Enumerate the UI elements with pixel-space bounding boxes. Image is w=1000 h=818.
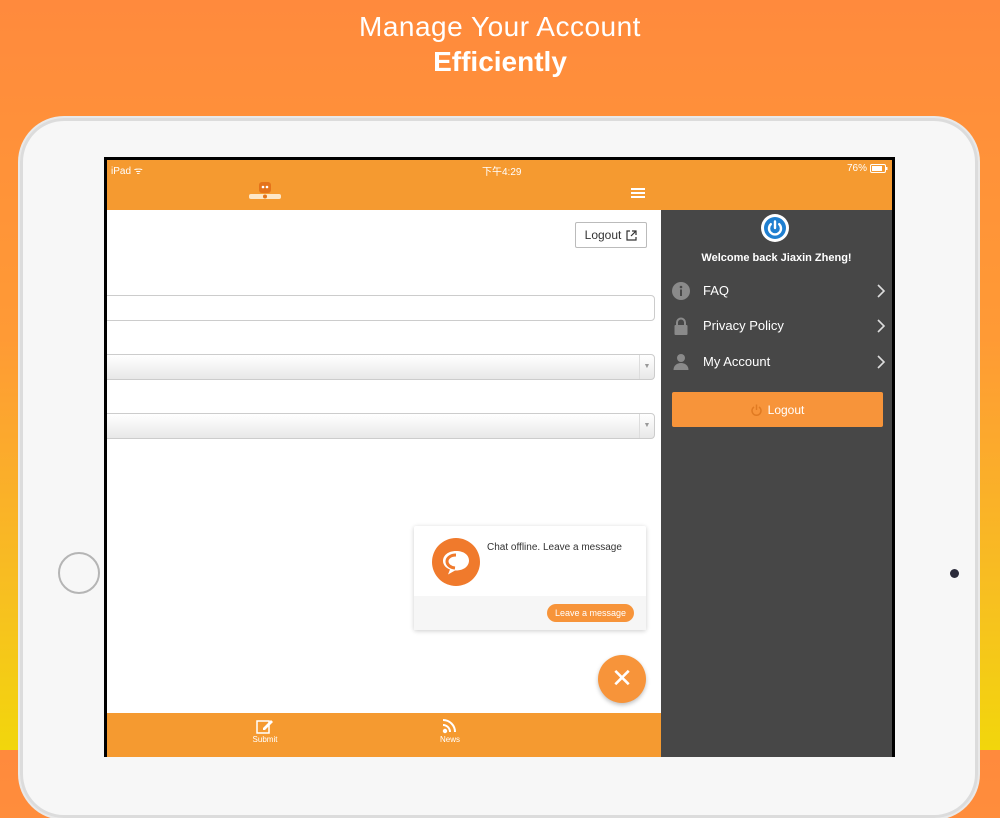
main-app: iPad ᯤ 下午4:29 Logout ▼ ▼ Chat offline. L… [107, 160, 661, 757]
text-input[interactable] [107, 295, 655, 321]
side-drawer: 76% Welcome back Jiaxin Zheng! FAQ Priva… [661, 160, 892, 757]
drawer-header [661, 178, 892, 210]
drawer-item-my-account[interactable]: My Account [671, 345, 886, 379]
status-bar-right: 76% [661, 160, 892, 178]
status-time: 下午4:29 [482, 167, 522, 178]
edit-icon [256, 720, 273, 734]
hamburger-icon[interactable] [631, 188, 645, 198]
home-button[interactable] [58, 552, 100, 594]
drawer-item-label: FAQ [703, 283, 730, 298]
select-dropdown-1[interactable]: ▼ [107, 354, 655, 380]
user-icon [673, 354, 689, 370]
chat-widget: Chat offline. Leave a message Leave a me… [414, 526, 646, 630]
device-label: iPad ᯤ [111, 166, 143, 177]
promo-line-2: Efficiently [433, 46, 567, 77]
chevron-down-icon: ▼ [639, 355, 654, 379]
leave-message-button[interactable]: Leave a message [546, 604, 634, 622]
chat-footer: Leave a message [414, 596, 646, 630]
tab-submit[interactable]: Submit [235, 716, 295, 744]
chat-bubble-icon [432, 538, 480, 586]
battery-indicator: 76% [847, 163, 888, 174]
chat-status-text: Chat offline. Leave a message [487, 542, 622, 553]
drawer-logout-button[interactable]: Logout [672, 392, 883, 427]
camera-dot [950, 569, 959, 578]
select-dropdown-2[interactable]: ▼ [107, 413, 655, 439]
chevron-right-icon [877, 319, 886, 333]
drawer-item-label: My Account [703, 354, 771, 369]
status-bar: iPad ᯤ 下午4:29 [107, 160, 661, 178]
app-header [107, 178, 661, 210]
close-chat-button[interactable]: ✕ [598, 655, 646, 703]
battery-icon [870, 164, 888, 173]
promo-line-1: Manage Your Account [359, 11, 641, 42]
tab-bar: Submit News [107, 713, 661, 757]
drawer-item-faq[interactable]: FAQ [671, 274, 886, 308]
welcome-message: Welcome back Jiaxin Zheng! [701, 252, 852, 264]
logout-button[interactable]: Logout [575, 222, 647, 248]
mascot-logo-icon [249, 182, 281, 199]
drawer-item-label: Privacy Policy [703, 318, 784, 333]
logout-label: Logout [584, 228, 622, 242]
promo-headline: Manage Your Account Efficiently [0, 10, 1000, 80]
logout-icon [750, 404, 762, 416]
external-link-icon [626, 229, 637, 241]
chevron-down-icon: ▼ [639, 414, 654, 438]
tab-news-label: News [439, 735, 460, 744]
device-screen: iPad ᯤ 下午4:29 Logout ▼ ▼ Chat offline. L… [104, 157, 895, 757]
tab-submit-label: Submit [252, 735, 278, 744]
drawer-item-privacy-policy[interactable]: Privacy Policy [671, 309, 886, 343]
chevron-right-icon [877, 284, 886, 298]
lock-icon [674, 317, 688, 335]
info-icon [672, 282, 690, 300]
battery-text: 76% [846, 163, 867, 174]
tab-news[interactable]: News [420, 716, 480, 744]
drawer-logout-label: Logout [767, 402, 805, 417]
power-icon [761, 214, 789, 242]
close-icon: ✕ [611, 663, 633, 693]
rss-icon [442, 719, 456, 734]
chevron-right-icon [877, 355, 886, 369]
